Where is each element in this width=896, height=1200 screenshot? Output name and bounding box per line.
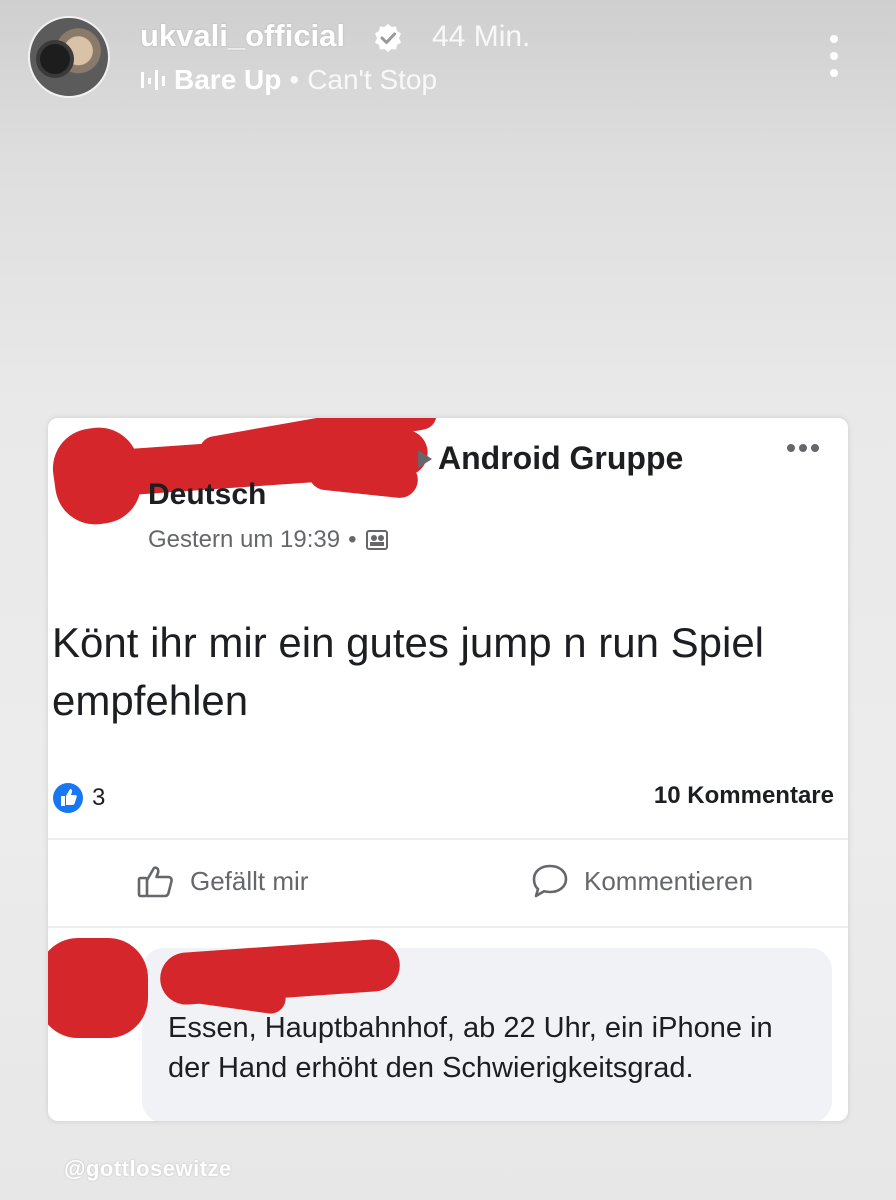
comment-text: Essen, Hauptbahnhof, ab 22 Uhr, ein iPho… — [168, 1012, 773, 1084]
post-options-icon[interactable] — [786, 442, 820, 454]
reactions[interactable]: 3 — [52, 782, 105, 814]
like-reaction-icon — [53, 783, 83, 813]
group-audience-icon — [365, 530, 388, 550]
song-title: Bare Up — [174, 64, 282, 95]
post-time: 44 Min. — [432, 20, 531, 53]
divider — [48, 926, 848, 928]
story-header: ukvali_official 44 Min. Bare Up • Can't … — [0, 0, 896, 110]
comments-count[interactable]: 10 Kommentare — [654, 782, 834, 810]
post-meta: Gestern um 19:39 • — [148, 526, 389, 554]
song-separator: • — [289, 64, 300, 95]
reaction-count: 3 — [92, 784, 106, 811]
verified-icon — [375, 24, 401, 52]
group-name-continued[interactable]: Deutsch — [148, 478, 266, 512]
thumbs-up-icon — [137, 866, 173, 898]
music-bars-icon — [141, 70, 165, 90]
comment-button[interactable]: Kommentieren — [530, 862, 753, 900]
watermark: @gottlosewitze — [64, 1156, 232, 1181]
avatar[interactable] — [28, 16, 110, 98]
like-button-label: Gefällt mir — [190, 865, 309, 896]
like-button[interactable]: Gefällt mir — [136, 862, 308, 900]
comment-button-label: Kommentieren — [584, 865, 754, 896]
post-timestamp[interactable]: Gestern um 19:39 — [148, 526, 340, 554]
username[interactable]: ukvali_official — [140, 18, 345, 54]
meta-separator: • — [348, 526, 357, 553]
group-name[interactable]: Android Gruppe — [438, 440, 683, 477]
music-info[interactable]: Bare Up • Can't Stop — [140, 64, 437, 96]
post-card: Android Gruppe Deutsch Gestern um 19:39 … — [48, 418, 848, 1121]
divider — [48, 838, 848, 840]
song-artist: Can't Stop — [307, 64, 438, 95]
more-vert-icon[interactable] — [826, 34, 842, 78]
comment-icon — [532, 864, 568, 898]
arrow-right-icon — [418, 450, 432, 468]
commenter-avatar-redaction — [48, 938, 148, 1038]
post-text: Könt ihr mir ein gutes jump n run Spiel … — [52, 619, 765, 724]
